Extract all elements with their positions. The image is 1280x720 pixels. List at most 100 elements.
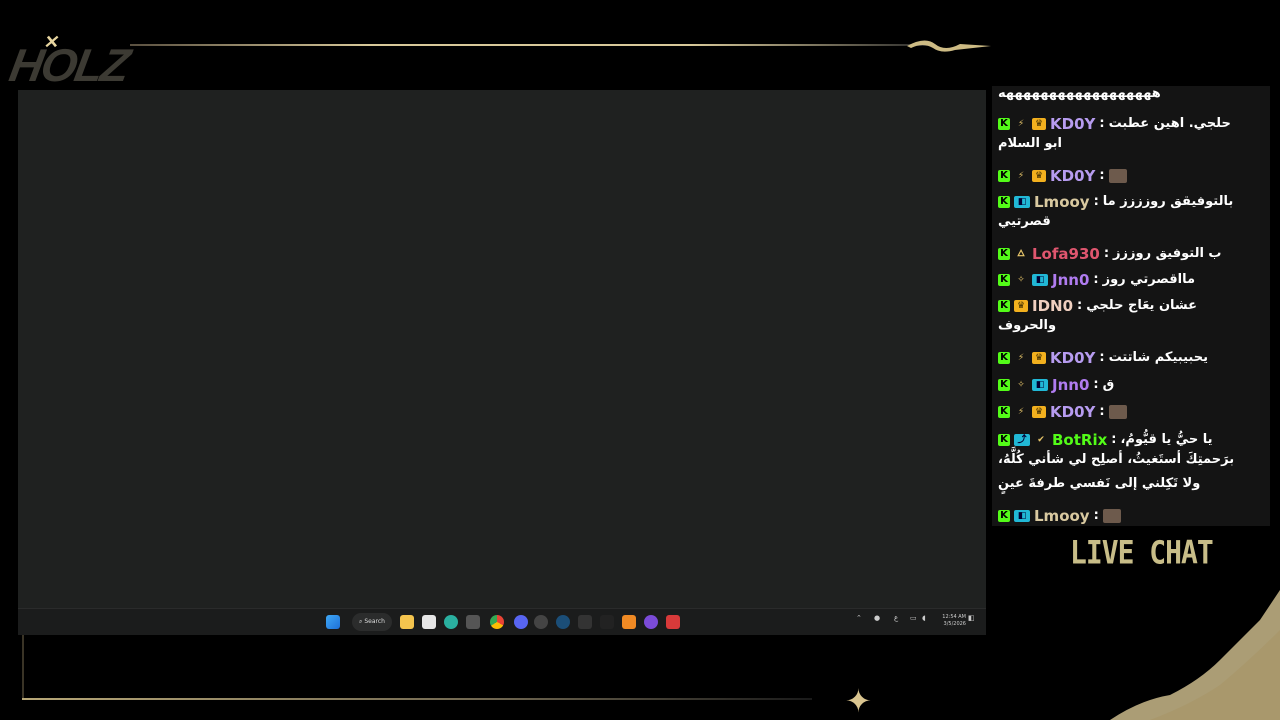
chat-separator: : bbox=[1099, 116, 1105, 131]
notification-icon[interactable]: ◧ bbox=[968, 614, 975, 622]
live-chat-panel: ههههههههههههههههههه K ⚡ ♛ KD0Y: حلجي. اهين عط… bbox=[992, 86, 1270, 526]
store-icon[interactable] bbox=[422, 615, 436, 629]
brush-stroke-corner bbox=[1110, 590, 1280, 720]
emote-icon bbox=[1102, 509, 1121, 523]
chevron-up-icon[interactable]: ⌃ bbox=[856, 614, 862, 622]
kick-badge-icon: K bbox=[998, 379, 1010, 391]
chat-message: K ⚡ ♛ KD0Y: يحبيبيكم شاتتت bbox=[998, 346, 1260, 370]
chat-separator: : bbox=[1093, 508, 1099, 523]
chat-message: K ⚡ ♛ KD0Y: bbox=[998, 400, 1260, 424]
chat-username[interactable]: Jnn0 bbox=[1052, 268, 1089, 292]
chat-username[interactable]: Lmooy bbox=[1034, 190, 1090, 214]
chat-message-continuation: ابو السلام bbox=[998, 136, 1062, 151]
chat-partial-line: ههههههههههههههههههه bbox=[998, 86, 1161, 101]
star-icon-bottom: ✦ bbox=[845, 682, 872, 720]
kick-badge-icon: K bbox=[998, 118, 1010, 130]
windows-start-icon[interactable] bbox=[326, 615, 340, 629]
sparkle-badge-icon: ✧ bbox=[1017, 380, 1025, 390]
kick-badge-icon: K bbox=[998, 510, 1010, 522]
chat-separator: : bbox=[1099, 404, 1105, 419]
bolt-badge-icon: ⚡ bbox=[1017, 407, 1025, 417]
subscriber-badge-icon: ◧ bbox=[1032, 274, 1048, 286]
chat-username[interactable]: KD0Y bbox=[1050, 346, 1095, 370]
chat-separator: : bbox=[1093, 377, 1099, 392]
top-divider-line bbox=[130, 44, 930, 46]
obs-icon[interactable] bbox=[534, 615, 548, 629]
discord-icon[interactable] bbox=[514, 615, 528, 629]
crown-badge-icon: ♛ bbox=[1032, 170, 1046, 182]
network-icon[interactable]: ▭ bbox=[910, 614, 917, 622]
chat-username[interactable]: KD0Y bbox=[1050, 400, 1095, 424]
subscriber-badge-icon: ◧ bbox=[1014, 510, 1030, 522]
kick-badge-icon: K bbox=[998, 434, 1010, 446]
kick-badge-icon: K bbox=[998, 274, 1010, 286]
language-indicator[interactable]: ع bbox=[894, 614, 898, 622]
emote-icon bbox=[1108, 405, 1127, 419]
chat-message-text: بالتوفيقق روزززز ما bbox=[1102, 194, 1234, 209]
edge-icon[interactable] bbox=[444, 615, 458, 629]
chat-message: K ⚡ ♛ KD0Y: bbox=[998, 164, 1260, 188]
chrome-icon[interactable] bbox=[490, 615, 504, 629]
chat-username[interactable]: BotRix bbox=[1052, 428, 1107, 452]
chat-message-text: يا حيُّ يا قيُّومُ، bbox=[1120, 432, 1213, 447]
chat-separator: : bbox=[1077, 298, 1083, 313]
chat-message-text: يحبيبيكم شاتتت bbox=[1108, 350, 1208, 365]
bolt-badge-icon: ⚡ bbox=[1017, 119, 1025, 129]
live-chat-label: LIVE CHAT bbox=[1070, 533, 1214, 572]
chat-separator: : bbox=[1103, 246, 1110, 261]
app-purple-icon[interactable] bbox=[644, 615, 658, 629]
kick-badge-icon: K bbox=[998, 196, 1010, 208]
crown-badge-icon: ♛ bbox=[1032, 406, 1046, 418]
kick-badge-icon: K bbox=[998, 170, 1010, 182]
kick-app-icon[interactable] bbox=[600, 615, 614, 629]
chat-username[interactable]: KD0Y bbox=[1050, 112, 1095, 136]
taskbar-clock[interactable]: 12:54 AM 3/5/2026 bbox=[936, 614, 966, 628]
subscriber-badge-icon: ◧ bbox=[1014, 196, 1030, 208]
chat-message-continuation: ولا تَكِلني إلى نَفسي طرفةَ عينٍ bbox=[998, 476, 1201, 491]
captured-desktop bbox=[18, 90, 986, 608]
chat-message-continuation: والحروف bbox=[998, 318, 1057, 333]
chat-message: K 🜂 Lofa930: ب التوفيق روززز bbox=[998, 242, 1260, 266]
chat-username[interactable]: Lofa930 bbox=[1032, 242, 1100, 266]
mic-icon[interactable]: ● bbox=[874, 614, 880, 622]
keyboard-icon[interactable] bbox=[578, 615, 592, 629]
chat-separator: : bbox=[1093, 194, 1099, 209]
chat-message: K ♛ IDN0: عشان يعَاج حلجي bbox=[998, 294, 1260, 318]
app-red-icon[interactable] bbox=[666, 615, 680, 629]
chat-separator: : bbox=[1111, 432, 1117, 447]
kick-badge-icon: K bbox=[998, 300, 1010, 312]
kick-badge-icon: K bbox=[998, 352, 1010, 364]
volume-icon[interactable]: ◖ bbox=[922, 614, 926, 622]
emote-icon bbox=[1108, 169, 1127, 183]
taskbar-search-button[interactable]: ⌕ Search bbox=[352, 613, 392, 631]
chat-username[interactable]: KD0Y bbox=[1050, 164, 1095, 188]
kick-badge-icon: K bbox=[998, 248, 1010, 260]
kick-badge-icon: K bbox=[998, 406, 1010, 418]
bolt-badge-icon: ⚡ bbox=[1017, 353, 1025, 363]
chat-separator: : bbox=[1093, 272, 1099, 287]
file-explorer-icon[interactable] bbox=[400, 615, 414, 629]
steam-icon[interactable] bbox=[556, 615, 570, 629]
bot-badge-icon: ⤴ bbox=[1014, 434, 1030, 446]
app-icon[interactable] bbox=[466, 615, 480, 629]
chat-message: K ⤴ ✔ BotRix: يا حيُّ يا قيُّومُ، bbox=[998, 428, 1260, 452]
verified-badge-icon: ✔ bbox=[1037, 435, 1045, 445]
app-orange-icon[interactable] bbox=[622, 615, 636, 629]
windows-taskbar: ⌕ Search ⌃ ● ع ▭ ◖ 12:54 AM 3/5/2026 ◧ bbox=[18, 608, 986, 635]
crown-badge-icon: ♛ bbox=[1014, 300, 1028, 312]
chat-username[interactable]: Lmooy bbox=[1034, 504, 1090, 528]
chat-separator: : bbox=[1099, 350, 1105, 365]
chat-message-continuation: قصرتيي bbox=[998, 214, 1051, 229]
flame-badge-icon: 🜂 bbox=[1017, 249, 1025, 259]
chat-message-text: ب التوفيق روززز bbox=[1113, 246, 1222, 261]
chat-message-text: مااقصرتي روز bbox=[1102, 272, 1195, 287]
chat-message: K ✧ ◧ Jnn0: ق bbox=[998, 373, 1260, 397]
chat-message: K ✧ ◧ Jnn0: مااقصرتي روز bbox=[998, 268, 1260, 292]
chat-username[interactable]: IDN0 bbox=[1032, 294, 1073, 318]
chat-message-text: ق bbox=[1102, 377, 1115, 392]
chat-message-continuation: برَحمتِكَ أستَغيثُ، أصلِح لي شأني كُلَّه… bbox=[998, 452, 1235, 467]
frame-bottom-line bbox=[22, 698, 812, 700]
crown-badge-icon: ♛ bbox=[1032, 352, 1046, 364]
chat-message: K ◧ Lmooy: bbox=[998, 504, 1260, 528]
chat-username[interactable]: Jnn0 bbox=[1052, 373, 1089, 397]
